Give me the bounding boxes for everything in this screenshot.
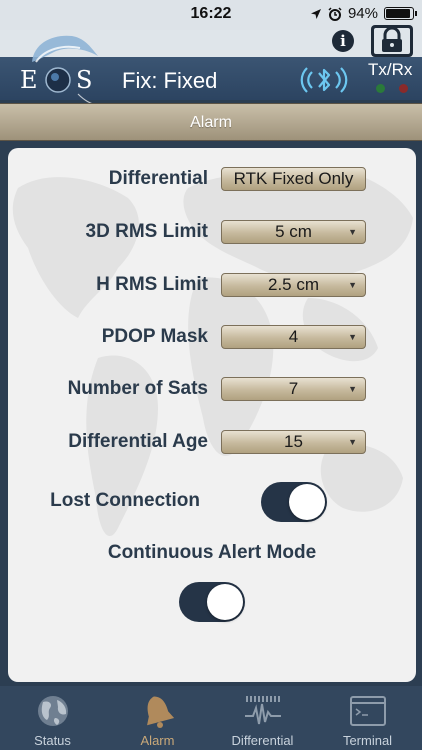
hrms-label: H RMS Limit (96, 274, 208, 295)
rx-indicator-icon (399, 84, 408, 93)
tab-terminal[interactable]: Terminal (315, 686, 420, 750)
globe-icon (38, 696, 68, 726)
toggle-knob (207, 584, 243, 620)
app-header: E S Fix: Fixed i Tx/Rx (0, 25, 422, 107)
tab-status[interactable]: Status (0, 686, 105, 750)
info-icon[interactable]: i (332, 30, 354, 52)
hrms-value: 2.5 cm (267, 275, 320, 294)
chevron-down-icon: ▼ (348, 384, 357, 394)
rms3d-label: 3D RMS Limit (85, 221, 208, 242)
txrx-label: Tx/Rx (368, 60, 413, 79)
battery-icon (384, 7, 417, 20)
sats-select[interactable]: 7 ▼ (221, 377, 366, 401)
tab-alarm[interactable]: Alarm (105, 686, 210, 750)
hrms-select[interactable]: 2.5 cm ▼ (221, 273, 366, 297)
lost-connection-label: Lost Connection (50, 490, 200, 511)
waveform-icon (245, 696, 281, 725)
tab-differential-label: Differential (231, 733, 294, 748)
differential-label: Differential (108, 168, 208, 189)
chevron-down-icon: ▼ (348, 437, 357, 447)
bell-icon (147, 696, 175, 728)
pdop-select[interactable]: 4 ▼ (221, 325, 366, 349)
continuous-alert-label: Continuous Alert Mode (107, 542, 317, 563)
tab-status-label: Status (34, 733, 71, 748)
rms3d-value: 5 cm (275, 222, 312, 241)
sats-label: Number of Sats (67, 378, 208, 399)
differential-value: RTK Fixed Only (233, 169, 354, 188)
tab-terminal-label: Terminal (342, 733, 393, 748)
lock-icon[interactable] (370, 24, 414, 58)
tab-alarm-label: Alarm (140, 733, 175, 748)
status-bar: 16:22 94% (0, 0, 422, 30)
battery-percent: 94% (347, 5, 378, 22)
sats-value: 7 (288, 379, 299, 398)
tab-bar: Status Alarm Differential Terminal (0, 686, 422, 750)
diff-age-label: Differential Age (68, 431, 208, 452)
pdop-value: 4 (288, 327, 299, 346)
toggle-knob (289, 484, 325, 520)
svg-text:S: S (76, 66, 92, 94)
pdop-label: PDOP Mask (101, 326, 208, 347)
bluetooth-icon[interactable] (300, 64, 348, 96)
location-arrow-icon (310, 8, 321, 19)
tab-differential[interactable]: Differential (210, 686, 315, 750)
differential-select[interactable]: RTK Fixed Only (221, 167, 366, 191)
chevron-down-icon: ▼ (348, 280, 357, 290)
alarm-settings-panel: Differential RTK Fixed Only 3D RMS Limit… (8, 148, 416, 682)
alarm-clock-icon (328, 6, 342, 21)
chevron-down-icon: ▼ (348, 227, 357, 237)
rms3d-select[interactable]: 5 cm ▼ (221, 220, 366, 244)
diff-age-value: 15 (284, 432, 303, 451)
diff-age-select[interactable]: 15 ▼ (221, 430, 366, 454)
svg-text:E: E (20, 66, 38, 94)
fix-status-title: Fix: Fixed (122, 68, 218, 93)
chevron-down-icon: ▼ (348, 332, 357, 342)
lost-connection-toggle[interactable] (261, 482, 327, 522)
eos-logo: E S (20, 35, 101, 107)
continuous-alert-toggle[interactable] (179, 582, 245, 622)
section-title-bar: Alarm (0, 103, 422, 141)
status-icons: 94% (310, 5, 417, 22)
tx-indicator-icon (376, 84, 385, 93)
terminal-icon (350, 696, 386, 726)
